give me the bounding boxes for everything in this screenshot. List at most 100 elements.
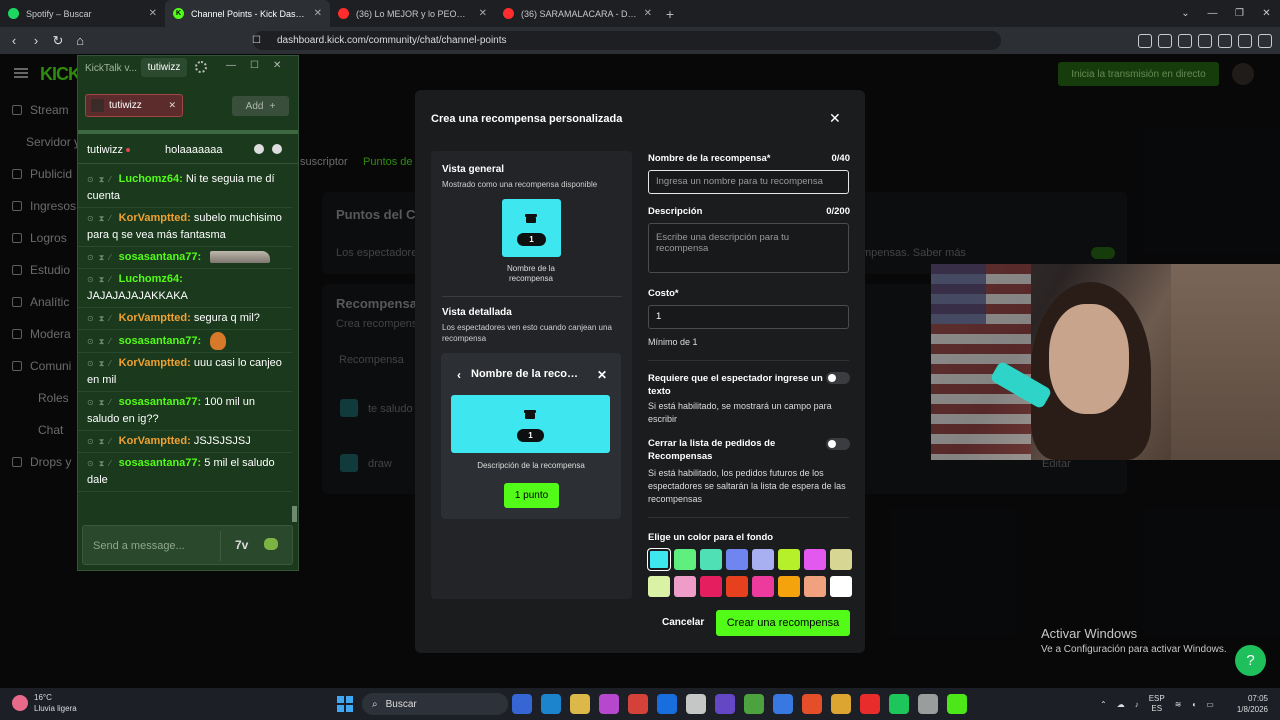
close-window-button[interactable]: ✕ — [273, 60, 281, 71]
ai-icon[interactable] — [1218, 33, 1232, 48]
close-icon[interactable]: ✕ — [168, 100, 176, 111]
add-channel-button[interactable]: Add + — [232, 96, 289, 116]
windows-start-icon[interactable] — [337, 696, 353, 712]
description-textarea[interactable]: Escribe una descripción para tu recompen… — [648, 223, 849, 273]
taskbar-app-icon[interactable] — [570, 694, 590, 714]
maximize-button[interactable]: ❐ — [1226, 0, 1253, 27]
color-swatch[interactable] — [778, 549, 800, 570]
chat-scrollbar[interactable] — [292, 506, 297, 522]
taskbar-app-icon[interactable] — [541, 694, 561, 714]
network-icon[interactable]: ☁ — [1117, 700, 1125, 709]
language-indicator[interactable]: ESP ES — [1149, 694, 1165, 714]
wifi-icon[interactable]: ≋ — [1175, 700, 1182, 709]
taskbar-app-icon[interactable] — [802, 694, 822, 714]
taskbar-app-icon[interactable] — [628, 694, 648, 714]
maximize-button[interactable]: ☐ — [250, 60, 259, 71]
color-swatch[interactable] — [804, 576, 826, 597]
chat-username[interactable]: KorVamptted: — [119, 312, 191, 324]
support-button[interactable]: ? — [1235, 645, 1266, 676]
color-swatch[interactable] — [700, 576, 722, 597]
chat-username[interactable]: KorVamptted: — [119, 357, 191, 369]
back-icon[interactable]: ‹ — [3, 30, 25, 52]
wallet-icon[interactable] — [1198, 33, 1212, 48]
volume-icon[interactable]: ◖ — [1191, 700, 1196, 709]
minimize-button[interactable]: — — [226, 60, 236, 71]
require-text-toggle[interactable] — [826, 372, 850, 384]
close-icon[interactable]: ✕ — [314, 8, 322, 19]
tab-youtube-2[interactable]: (36) SARAMALACARA - DARKSO ✕ — [495, 0, 660, 27]
chat-username[interactable]: sosasantana77: — [119, 251, 202, 263]
color-swatch[interactable] — [830, 576, 852, 597]
taskbar-app-icon[interactable] — [512, 694, 532, 714]
chat-username[interactable]: sosasantana77: — [119, 396, 202, 408]
close-icon[interactable]: ✕ — [479, 8, 487, 19]
reload-icon[interactable]: ↻ — [47, 30, 69, 52]
taskbar-search[interactable]: ⌕ Buscar — [362, 693, 508, 715]
tab-kick-dashboard[interactable]: K Channel Points - Kick Dashboard ✕ — [165, 0, 330, 27]
extension-icon[interactable] — [1138, 33, 1152, 48]
close-window-button[interactable]: ✕ — [1253, 0, 1280, 27]
color-swatch[interactable] — [700, 549, 722, 570]
taskbar-app-icon[interactable] — [744, 694, 764, 714]
chevron-down-icon[interactable]: ⌄ — [1172, 0, 1199, 27]
taskbar-app-icon[interactable] — [947, 694, 967, 714]
gear-icon[interactable] — [195, 61, 207, 73]
chat-input[interactable]: Send a message... 7v — [82, 525, 293, 565]
close-icon[interactable]: ✕ — [829, 110, 841, 127]
taskbar-app-icon[interactable] — [715, 694, 735, 714]
color-swatch[interactable] — [647, 548, 671, 571]
pin-icon[interactable] — [254, 144, 264, 154]
home-icon[interactable]: ⌂ — [69, 30, 91, 52]
taskbar-app-icon[interactable] — [860, 694, 880, 714]
color-swatch[interactable] — [778, 576, 800, 597]
taskbar-app-icon[interactable] — [918, 694, 938, 714]
minimize-button[interactable]: — — [1199, 0, 1226, 27]
address-bar[interactable]: ☐ dashboard.kick.com/community/chat/chan… — [252, 31, 1001, 50]
weather-widget[interactable]: 16°C Lluvia ligera — [12, 692, 77, 714]
create-reward-button[interactable]: Crear una recompensa — [716, 610, 850, 636]
chat-username[interactable]: Luchomz64: — [119, 173, 183, 185]
reward-name-input[interactable]: Ingresa un nombre para tu recompensa — [648, 170, 849, 194]
cancel-button[interactable]: Cancelar — [662, 617, 704, 628]
new-tab-button[interactable]: + — [660, 0, 680, 27]
vpn-icon[interactable] — [1238, 33, 1252, 48]
color-swatch[interactable] — [726, 549, 748, 570]
mic-icon[interactable]: ♪ — [1135, 700, 1139, 709]
menu-icon[interactable] — [1258, 33, 1272, 48]
color-swatch[interactable] — [726, 576, 748, 597]
user-button[interactable]: tutiwizz — [141, 58, 187, 77]
sidebar-icon[interactable] — [1178, 33, 1192, 48]
user-icon[interactable] — [272, 144, 282, 154]
close-icon[interactable]: ✕ — [149, 8, 157, 19]
clock[interactable]: 07:05 1/8/2026 — [1206, 693, 1268, 715]
color-swatch[interactable] — [648, 576, 670, 597]
color-swatch[interactable] — [674, 576, 696, 597]
chat-username[interactable]: KorVamptted: — [119, 435, 191, 447]
color-swatch[interactable] — [830, 549, 852, 570]
chat-username[interactable]: Luchomz64: — [119, 273, 183, 285]
tab-youtube-1[interactable]: (36) Lo MEJOR y lo PEOR de La Velad ✕ — [330, 0, 495, 27]
channel-chip[interactable]: tutiwizz ✕ — [85, 94, 183, 117]
bookmark-icon[interactable]: ☐ — [252, 35, 261, 46]
close-queue-toggle[interactable] — [826, 438, 850, 450]
chat-username[interactable]: KorVamptted: — [119, 212, 191, 224]
taskbar-app-icon[interactable] — [686, 694, 706, 714]
taskbar-app-icon[interactable] — [889, 694, 909, 714]
tab-spotify[interactable]: Spotify – Buscar ✕ — [0, 0, 165, 27]
chevron-up-icon[interactable]: ⌃ — [1100, 700, 1107, 709]
taskbar-app-icon[interactable] — [831, 694, 851, 714]
tab-scrollbar[interactable] — [78, 130, 298, 134]
taskbar-app-icon[interactable] — [773, 694, 793, 714]
7tv-emote-icon[interactable]: 7v — [235, 538, 248, 552]
chat-username[interactable]: sosasantana77: — [119, 335, 202, 347]
taskbar-app-icon[interactable] — [599, 694, 619, 714]
taskbar-app-icon[interactable] — [657, 694, 677, 714]
color-swatch[interactable] — [804, 549, 826, 570]
color-swatch[interactable] — [752, 576, 774, 597]
kick-emote-icon[interactable] — [264, 538, 278, 550]
close-icon[interactable]: ✕ — [644, 8, 652, 19]
chat-username[interactable]: sosasantana77: — [119, 457, 202, 469]
color-swatch[interactable] — [752, 549, 774, 570]
extension-icon[interactable] — [1158, 33, 1172, 48]
cost-input[interactable]: 1 — [648, 305, 849, 329]
